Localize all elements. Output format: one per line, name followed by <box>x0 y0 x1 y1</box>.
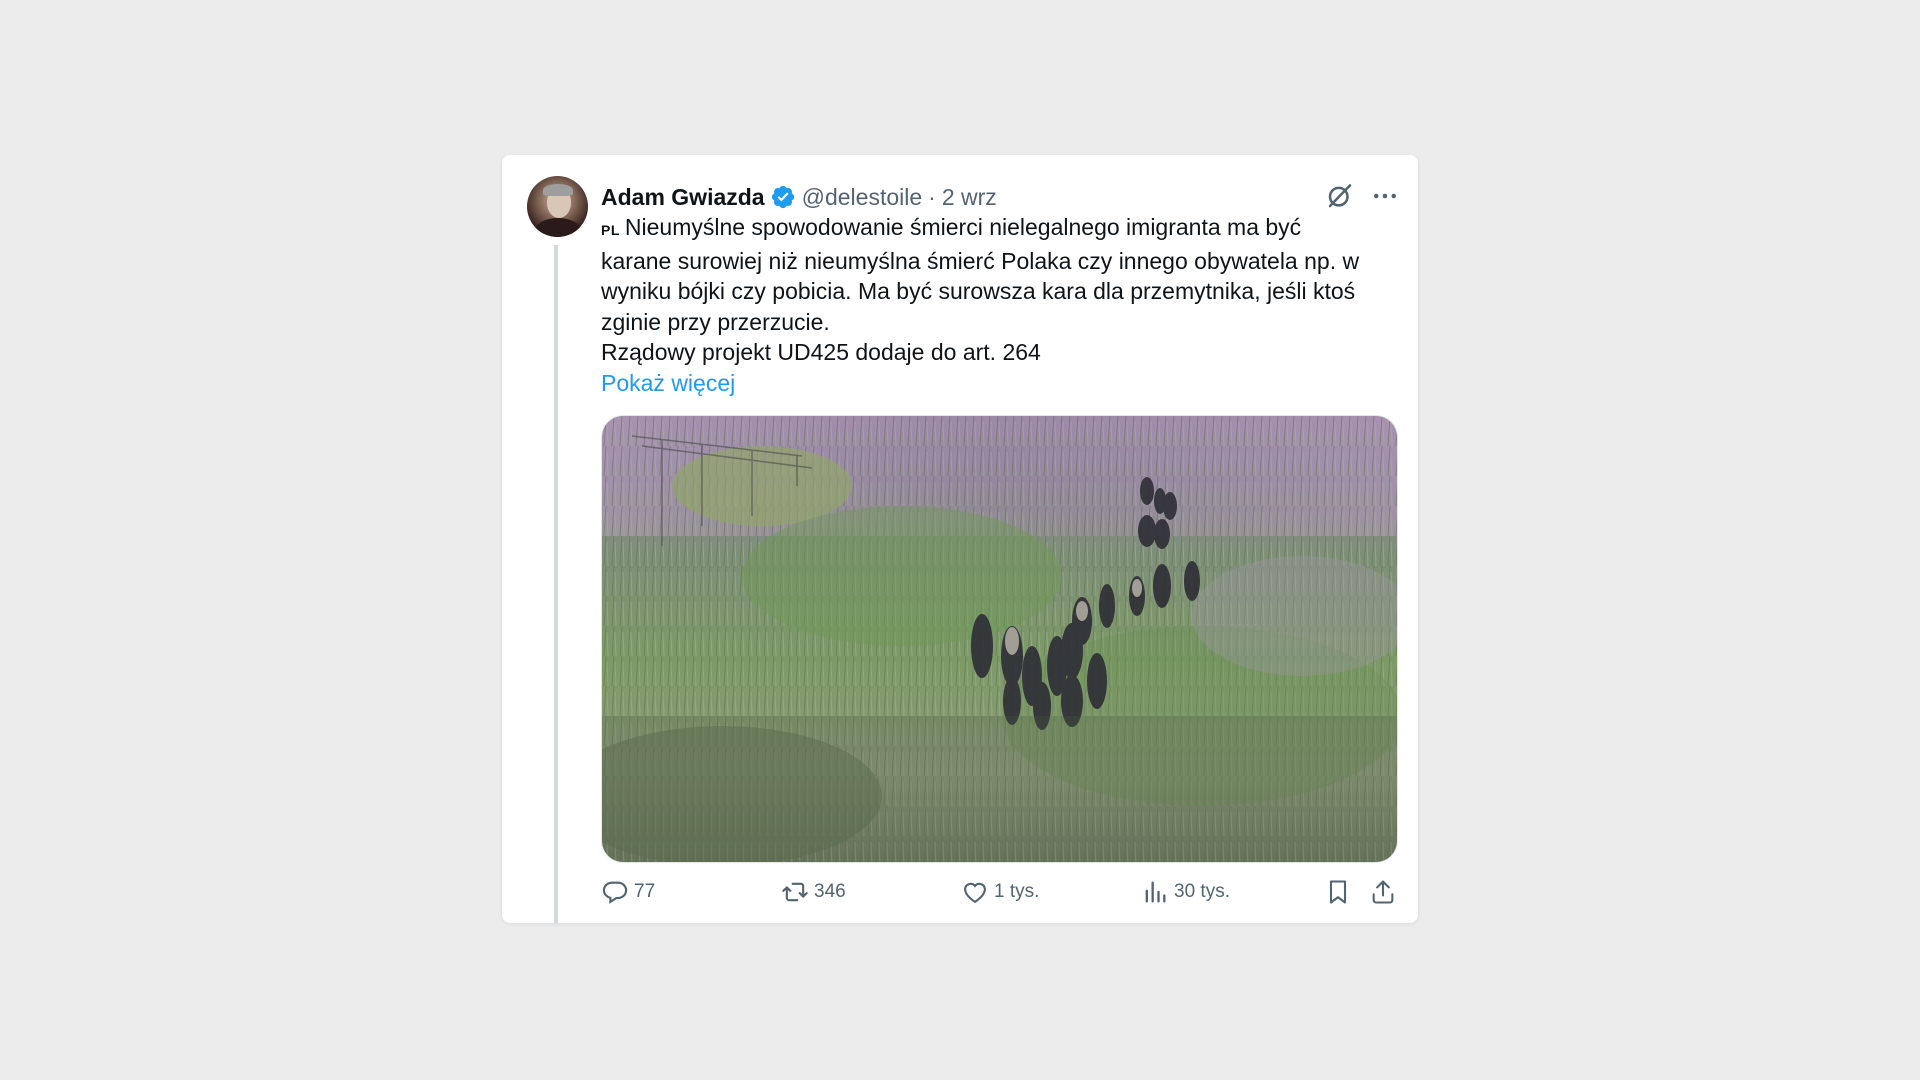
reply-icon <box>602 881 628 904</box>
grok-icon[interactable] <box>1325 181 1355 211</box>
separator-dot: · <box>928 183 936 210</box>
text-line-5: Rządowy projekt UD425 dodaje do art. 264 <box>601 339 1041 365</box>
tweet-media-image[interactable] <box>601 415 1398 863</box>
author-handle[interactable]: @delestoile <box>802 184 923 211</box>
like-button[interactable]: 1 tys. <box>961 874 1039 910</box>
language-badge: PL <box>601 222 620 238</box>
share-button[interactable] <box>1369 874 1402 910</box>
views-count: 30 tys. <box>1174 881 1230 902</box>
retweet-button[interactable]: 346 <box>781 874 846 910</box>
text-line-1: PL Nieumyślne spowodowanie śmierci nieleg… <box>601 214 1302 240</box>
views-chart-icon <box>1145 881 1166 903</box>
field-photo-icon <box>602 416 1397 862</box>
show-more-link[interactable]: Pokaż więcej <box>601 368 1401 399</box>
like-count: 1 tys. <box>994 881 1040 902</box>
reply-button[interactable]: 77 <box>601 874 655 910</box>
heart-icon <box>964 882 986 904</box>
author-name[interactable]: Adam Gwiazda <box>601 184 765 211</box>
retweet-icon <box>782 882 808 902</box>
bookmark-button[interactable] <box>1324 874 1357 910</box>
tweet-card[interactable]: Adam Gwiazda @delestoile · 2 wrz PL Nieum… <box>502 155 1418 923</box>
bookmark-icon <box>1329 880 1347 904</box>
retweet-count: 346 <box>814 881 846 902</box>
text-line-2: karane surowiej niż nieumyślna śmierć Po… <box>601 247 1360 274</box>
tweet-header: Adam Gwiazda @delestoile · 2 wrz <box>601 177 997 217</box>
reply-count: 77 <box>634 881 656 902</box>
views-button[interactable]: 30 tys. <box>1141 874 1230 910</box>
tweet-date[interactable]: 2 wrz <box>942 184 997 211</box>
text-line-3: wyniku bójki czy pobicia. Ma być surowsz… <box>601 278 1356 304</box>
thread-line <box>554 245 558 923</box>
avatar[interactable] <box>527 176 588 237</box>
action-bar: 77 346 1 tys. 30 tys. <box>601 874 1407 910</box>
share-icon <box>1372 880 1394 904</box>
verified-badge-icon <box>771 185 794 209</box>
tweet-text: PL Nieumyślne spowodowanie śmierci nieleg… <box>601 212 1401 398</box>
text-line-4: zginie przy przerzucie. <box>601 308 830 335</box>
more-dots-icon[interactable] <box>1370 181 1400 211</box>
